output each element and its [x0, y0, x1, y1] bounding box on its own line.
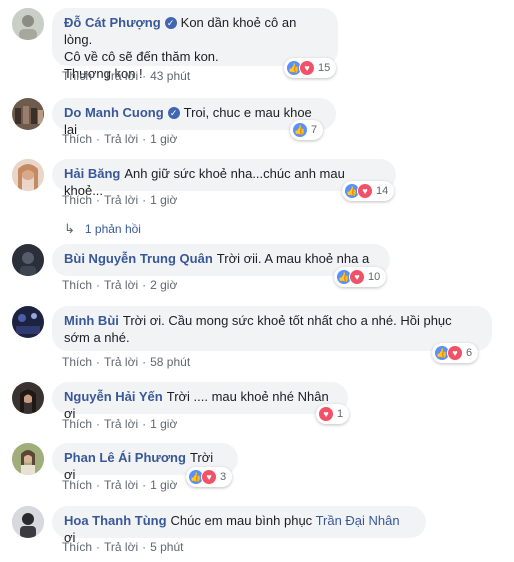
avatar[interactable] [12, 506, 44, 538]
reaction-count: 7 [311, 124, 318, 136]
timestamp[interactable]: 43 phút [150, 69, 190, 83]
timestamp[interactable]: 58 phút [150, 355, 190, 369]
timestamp[interactable]: 1 giờ [150, 417, 177, 431]
commenter-name[interactable]: Minh Bùi [64, 313, 119, 328]
reply-link[interactable]: Trả lời [104, 278, 138, 292]
love-reaction-icon: ♥ [318, 406, 334, 422]
love-reaction-icon: ♥ [447, 345, 463, 361]
reply-link[interactable]: Trả lời [104, 540, 138, 554]
like-link[interactable]: Thích [62, 69, 92, 83]
view-replies-link[interactable]: ↳ 1 phản hồi [64, 221, 141, 237]
like-link[interactable]: Thích [62, 478, 92, 492]
like-link[interactable]: Thích [62, 278, 92, 292]
like-link[interactable]: Thích [62, 417, 92, 431]
reaction-count: 1 [337, 408, 344, 420]
commenter-name[interactable]: Phan Lê Ái Phương [64, 450, 186, 465]
reaction-summary[interactable]: 👍 ♥ 15 [284, 58, 337, 78]
comment-text: Trời ơi. Cầu mong sức khoẻ tốt nhất cho … [122, 313, 452, 328]
reaction-count: 3 [220, 471, 227, 483]
reply-link[interactable]: Trả lời [104, 417, 138, 431]
comment-text: Cô về cô sẽ đến thăm kon. [64, 49, 219, 64]
reaction-summary[interactable]: ♥ 1 [316, 404, 350, 424]
avatar[interactable] [12, 244, 44, 276]
like-link[interactable]: Thích [62, 193, 92, 207]
comment-actions: Thích · Trả lời · 5 phút [62, 540, 184, 554]
love-reaction-icon: ♥ [201, 469, 217, 485]
reply-link[interactable]: Trả lời [104, 478, 138, 492]
commenter-name[interactable]: Bùi Nguyễn Trung Quân [64, 251, 213, 266]
timestamp[interactable]: 1 giờ [150, 193, 177, 207]
comment-actions: Thích · Trả lời · 58 phút [62, 355, 191, 369]
reaction-summary[interactable]: 👍 ♥ 6 [432, 343, 479, 363]
reply-link[interactable]: Trả lời [104, 132, 138, 146]
commenter-name[interactable]: Đỗ Cát Phượng [64, 15, 161, 30]
comment-text: sớm a nhé. [64, 330, 130, 345]
avatar[interactable] [12, 8, 44, 40]
mention-link[interactable]: Trần Đại Nhân [316, 513, 400, 528]
comment-text: Trời ơii. A mau khoẻ nha a [216, 251, 370, 266]
like-link[interactable]: Thích [62, 540, 92, 554]
love-reaction-icon: ♥ [299, 60, 315, 76]
reaction-count: 15 [318, 62, 331, 74]
avatar[interactable] [12, 382, 44, 414]
reply-link[interactable]: Trả lời [104, 355, 138, 369]
comment-actions: Thích · Trả lời · 1 giờ [62, 417, 178, 431]
comment-actions: Thích · Trả lời · 43 phút [62, 69, 191, 83]
commenter-name[interactable]: Do Manh Cuong [64, 105, 164, 120]
timestamp[interactable]: 1 giờ [150, 132, 177, 146]
commenter-name[interactable]: Hải Băng [64, 166, 120, 181]
reply-link[interactable]: Trả lời [104, 193, 138, 207]
avatar[interactable] [12, 306, 44, 338]
reply-link[interactable]: Trả lời [104, 69, 138, 83]
comment-text: Chúc em mau bình phục [170, 513, 316, 528]
love-reaction-icon: ♥ [349, 269, 365, 285]
comment-bubble: Minh Bùi Trời ơi. Cầu mong sức khoẻ tốt n… [52, 306, 492, 351]
reaction-summary[interactable]: 👍 ♥ 10 [334, 267, 387, 287]
like-link[interactable]: Thích [62, 132, 92, 146]
reaction-summary[interactable]: 👍 ♥ 14 [342, 181, 395, 201]
reply-arrow-icon: ↳ [64, 221, 75, 236]
reaction-summary[interactable]: 👍 7 [290, 120, 324, 140]
reaction-count: 6 [466, 347, 473, 359]
like-reaction-icon: 👍 [292, 122, 308, 138]
reaction-summary[interactable]: 👍 ♥ 3 [186, 467, 233, 487]
love-reaction-icon: ♥ [357, 183, 373, 199]
commenter-name[interactable]: Hoa Thanh Tùng [64, 513, 167, 528]
comment-actions: Thích · Trả lời · 1 giờ [62, 478, 178, 492]
verified-badge-icon: ✓ [164, 17, 177, 29]
comment-actions: Thích · Trả lời · 2 giờ [62, 278, 178, 292]
reaction-count: 10 [368, 271, 381, 283]
timestamp[interactable]: 1 giờ [150, 478, 177, 492]
avatar[interactable] [12, 98, 44, 130]
commenter-name[interactable]: Nguyễn Hải Yến [64, 389, 163, 404]
avatar[interactable] [12, 159, 44, 191]
comment-actions: Thích · Trả lời · 1 giờ [62, 132, 178, 146]
comment-bubble: Hoa Thanh Tùng Chúc em mau bình phục Trần… [52, 506, 426, 545]
comment-actions: Thích · Trả lời · 1 giờ [62, 193, 178, 207]
timestamp[interactable]: 2 giờ [150, 278, 177, 292]
timestamp[interactable]: 5 phút [150, 540, 183, 554]
verified-badge-icon: ✓ [167, 107, 180, 119]
avatar[interactable] [12, 443, 44, 475]
replies-count-label: 1 phản hồi [84, 222, 141, 236]
reaction-count: 14 [376, 185, 389, 197]
like-link[interactable]: Thích [62, 355, 92, 369]
comment-bubble: Nguyễn Hải Yến Trời .... mau khoẻ nhé Nhâ… [52, 382, 348, 421]
